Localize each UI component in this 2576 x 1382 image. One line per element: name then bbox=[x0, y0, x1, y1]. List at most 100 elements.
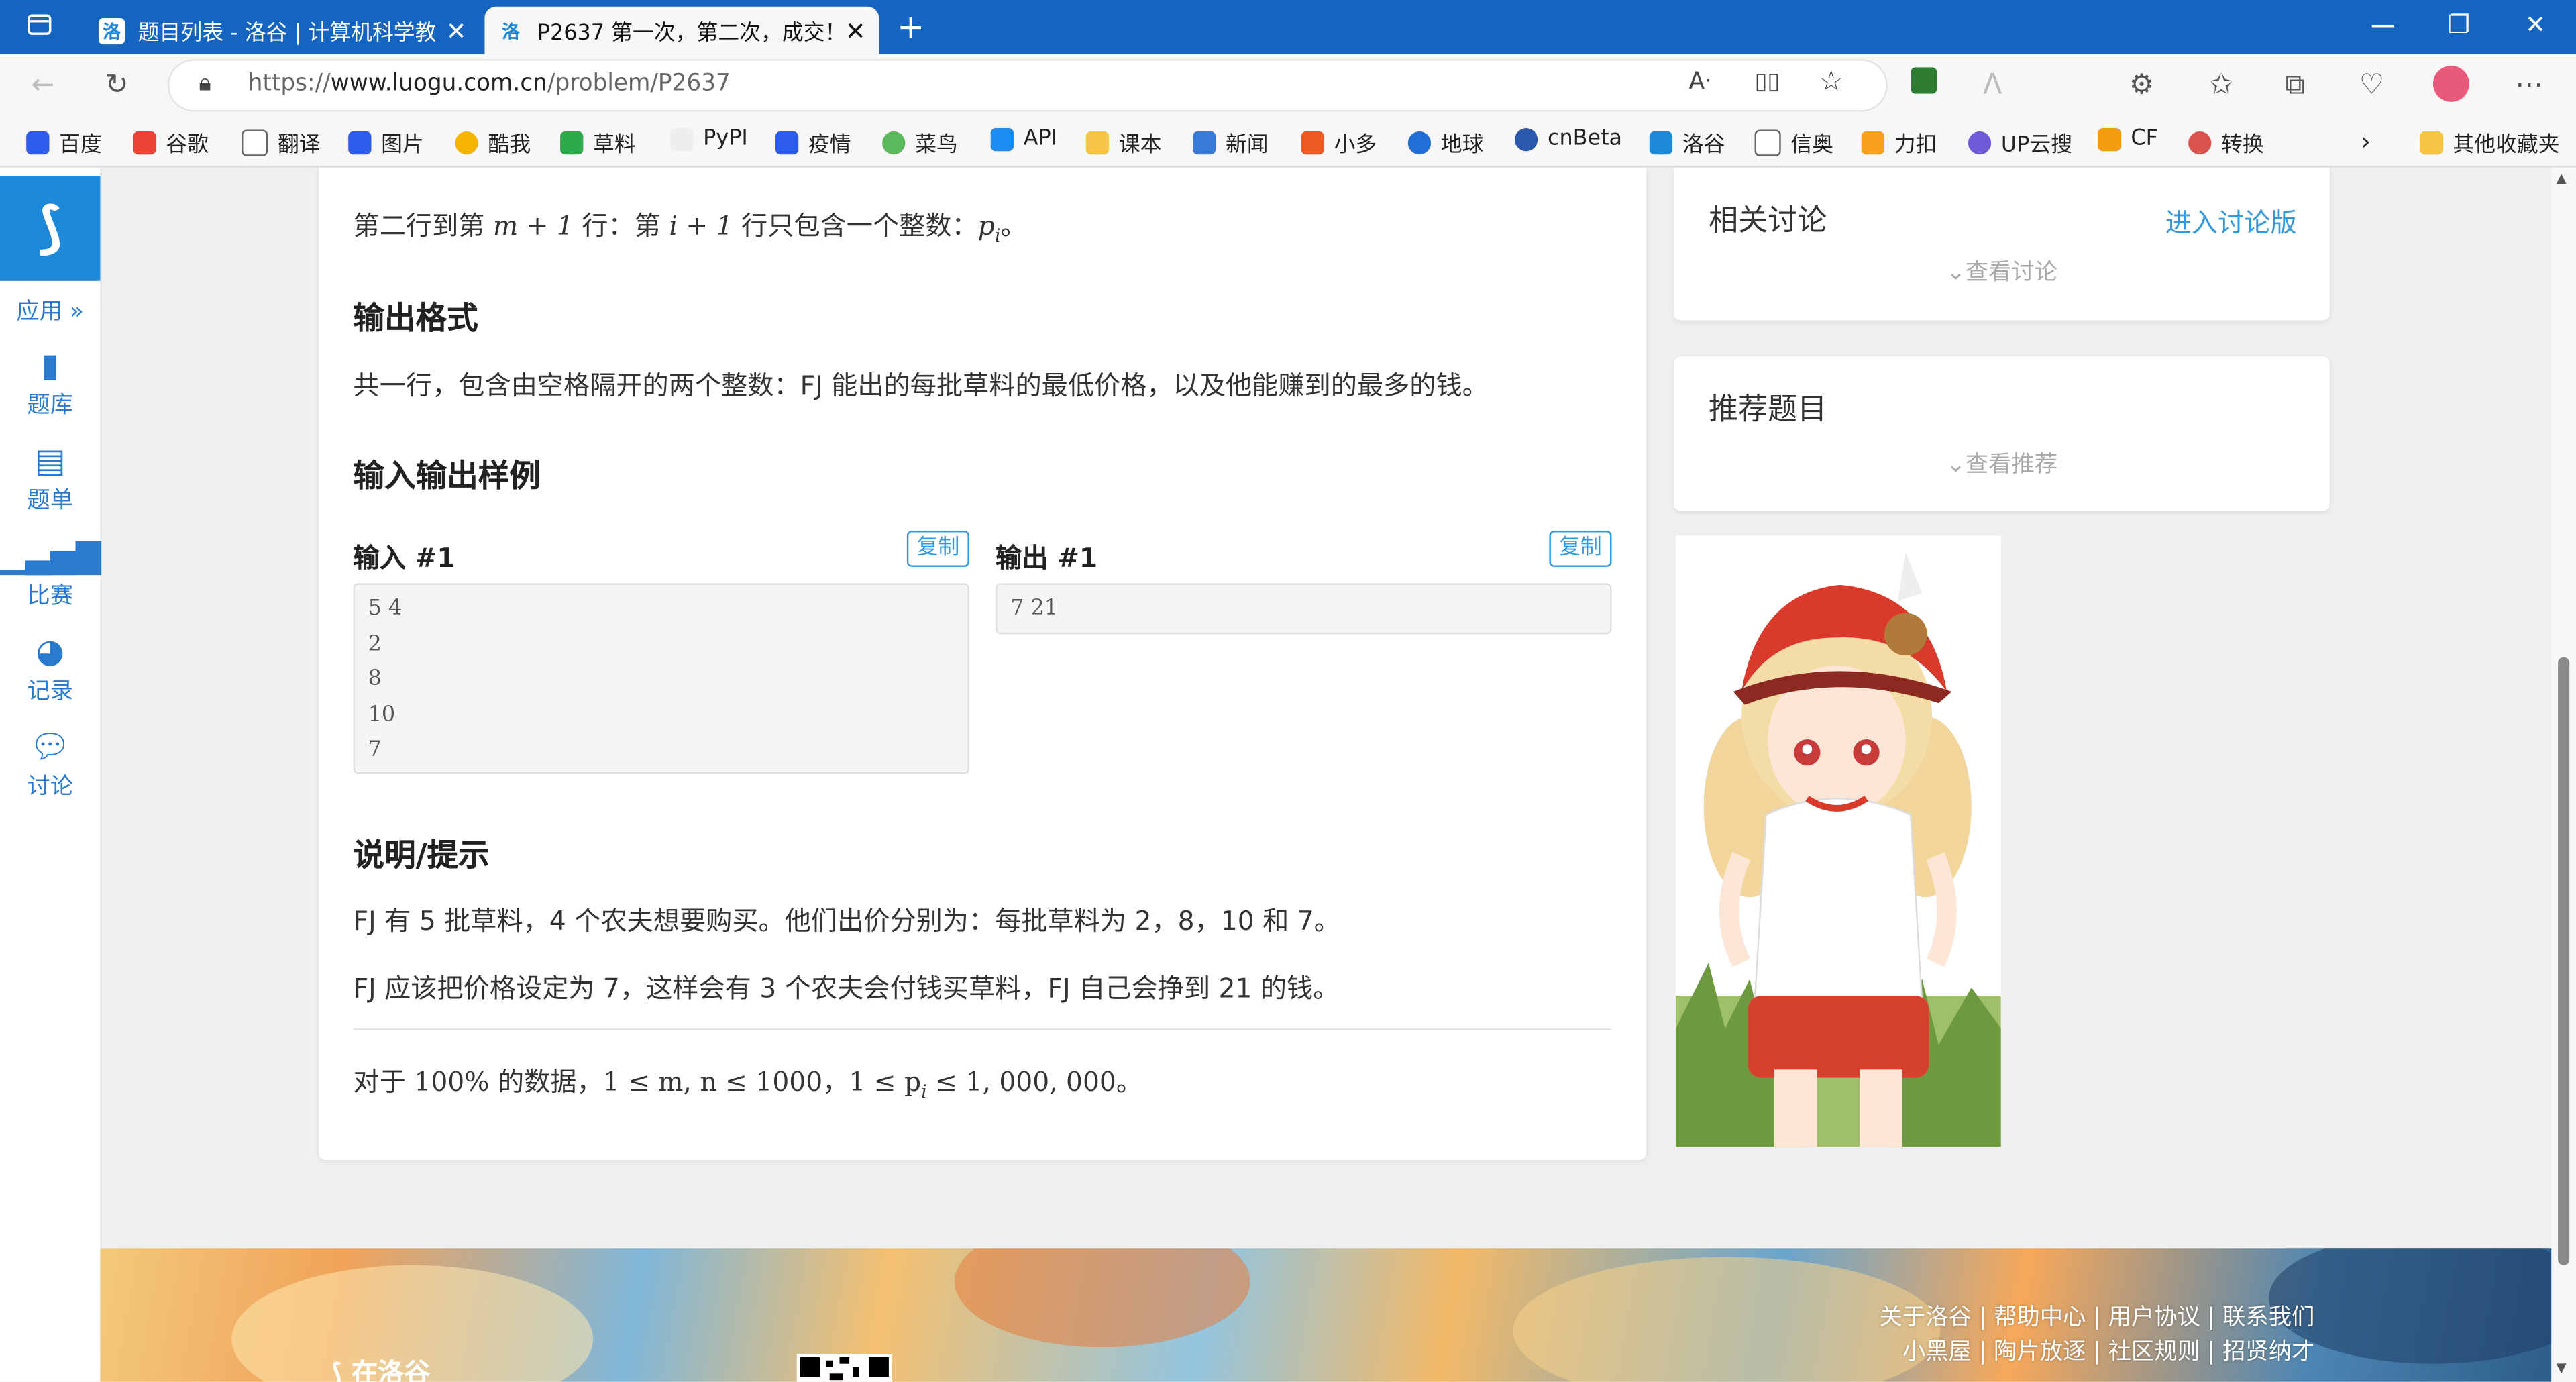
browser-window: 洛 题目列表 - 洛谷 | 计算机科学教育 ✕ 洛 P2637 第一次，第二次，… bbox=[0, 0, 2576, 1382]
footer-cloud bbox=[1513, 1257, 1941, 1382]
bookmark-google[interactable]: 谷歌 bbox=[133, 127, 209, 158]
restore-icon[interactable]: ❐ bbox=[2448, 10, 2470, 40]
baidu-icon bbox=[26, 130, 50, 154]
luogu-logo[interactable]: ⟆ bbox=[0, 176, 101, 281]
bookmark-xiaoduo[interactable]: 小多 bbox=[1301, 127, 1377, 158]
kuwo-icon bbox=[455, 130, 478, 154]
extensions-puzzle-icon[interactable]: ⚙ bbox=[2129, 69, 2154, 102]
tab-actions-icon[interactable] bbox=[26, 11, 52, 44]
related-discussion-title: 相关讨论 bbox=[1708, 203, 1827, 239]
bookmark-news[interactable]: 新闻 bbox=[1192, 127, 1269, 158]
footer-brand: ⟆ 在洛谷 bbox=[330, 1350, 430, 1382]
hint-line-1: FJ 有 5 批草料，4 个农夫想要购买。他们出价分别为：每批草料为 2，8，1… bbox=[353, 905, 1340, 937]
address-bar-row: ← ↻ 🔒︎ https://www.luogu.com.cn/problem/… bbox=[0, 54, 2576, 158]
more-bookmarks-chevron-icon[interactable]: › bbox=[2361, 127, 2371, 156]
folder-icon bbox=[2420, 130, 2443, 154]
bookmark-luogu[interactable]: 洛谷 bbox=[1649, 127, 1725, 158]
up-search-icon bbox=[1968, 130, 1992, 154]
caoliao-icon bbox=[560, 130, 584, 154]
output-format-heading: 输出格式 bbox=[353, 301, 478, 337]
bookmark-baidu[interactable]: 百度 bbox=[26, 127, 102, 158]
baidu-icon bbox=[348, 130, 372, 154]
news-icon bbox=[1192, 130, 1216, 154]
bookmark-runoob[interactable]: 菜鸟 bbox=[882, 127, 958, 158]
browser-essentials-icon[interactable]: ♡ bbox=[2359, 69, 2384, 102]
profile-avatar[interactable] bbox=[2432, 65, 2469, 102]
output-format-text: 共一行，包含由空格隔开的两个整数：FJ 能出的每批草料的最低价格，以及他能赚到的… bbox=[353, 370, 1489, 401]
reader-view-icon[interactable]: ▯▯ bbox=[1755, 69, 1780, 95]
luogu-favicon-icon: 洛 bbox=[98, 17, 125, 44]
more-menu-icon[interactable]: ⋯ bbox=[2515, 69, 2543, 102]
footer-cloud bbox=[954, 1248, 1250, 1348]
hint-line-2: FJ 应该把价格设定为 7，这样会有 3 个农夫会付钱买草料，FJ 自己会挣到 … bbox=[353, 972, 1340, 1004]
bookmark-earth[interactable]: 地球 bbox=[1407, 127, 1483, 158]
bookmark-api[interactable]: API bbox=[990, 127, 1057, 151]
nav-problem-lists[interactable]: ▤ 题单 bbox=[0, 440, 100, 516]
nav-contests[interactable]: ▁▃▅▇ 比赛 bbox=[0, 535, 101, 611]
bookmark-kuwo[interactable]: 酷我 bbox=[455, 127, 531, 158]
page-icon bbox=[1754, 129, 1781, 156]
luogu-favicon-icon: 洛 bbox=[502, 20, 521, 42]
globe-icon bbox=[1407, 130, 1432, 154]
api-icon bbox=[990, 127, 1014, 151]
runoob-icon bbox=[882, 130, 906, 154]
footer-links-row-2[interactable]: 小黑屋 | 陶片放逐 | 社区规则 | 招贤纳才 bbox=[1902, 1334, 2314, 1367]
scroll-down-icon[interactable]: ▼ bbox=[2557, 1361, 2567, 1375]
back-icon[interactable]: ← bbox=[32, 69, 55, 102]
bookmark-codeforces[interactable]: CF bbox=[2098, 127, 2158, 151]
view-recommendations-toggle[interactable]: ⌄查看推荐 bbox=[1674, 447, 2330, 480]
related-discussion-card: 相关讨论 进入讨论版 ⌄查看讨论 bbox=[1674, 167, 2330, 321]
bookmark-translate[interactable]: 翻译 bbox=[241, 127, 321, 158]
refresh-icon[interactable]: ↻ bbox=[105, 69, 129, 102]
bookmark-up-search[interactable]: UP云搜 bbox=[1968, 127, 2072, 158]
hint-divider bbox=[353, 1028, 1612, 1030]
close-window-icon[interactable]: ✕ bbox=[2525, 10, 2546, 40]
bookmark-textbook[interactable]: 课本 bbox=[1085, 127, 1161, 158]
new-tab-icon[interactable]: + bbox=[897, 7, 924, 46]
url-input[interactable]: 🔒︎ https://www.luogu.com.cn/problem/P263… bbox=[169, 60, 1886, 111]
download-extension-icon[interactable] bbox=[1911, 67, 1937, 94]
nav-records[interactable]: ◕ 记录 bbox=[0, 631, 100, 706]
sample-output-label: 输出 #1 bbox=[996, 542, 1098, 574]
footer-links-row-1[interactable]: 关于洛谷 | 帮助中心 | 用户协议 | 联系我们 bbox=[1880, 1299, 2315, 1332]
bookmark-cnbeta[interactable]: cnBeta bbox=[1514, 127, 1622, 151]
page-scrollbar[interactable]: ▲ ▼ bbox=[2551, 167, 2576, 1382]
tab-problem-p2637[interactable]: 洛 P2637 第一次，第二次，成交！ ✕ bbox=[484, 6, 879, 54]
lock-icon[interactable]: 🔒︎ bbox=[199, 70, 211, 97]
scroll-up-icon[interactable]: ▲ bbox=[2557, 171, 2567, 186]
luogu-icon bbox=[1649, 130, 1673, 154]
bar-chart-icon: ▁▃▅▇ bbox=[0, 535, 101, 576]
collections-icon[interactable]: ⧉ bbox=[2286, 69, 2306, 102]
bookmark-leetcode[interactable]: 力扣 bbox=[1861, 127, 1937, 158]
bookmark-other-folder[interactable]: 其他收藏夹 bbox=[2420, 127, 2560, 158]
favorite-star-icon[interactable]: ☆ bbox=[1819, 66, 1843, 99]
view-discussion-toggle[interactable]: ⌄查看讨论 bbox=[1674, 255, 2330, 288]
tab-problem-list[interactable]: 洛 题目列表 - 洛谷 | 计算机科学教育 ✕ bbox=[85, 7, 480, 54]
nav-discuss[interactable]: 💬︎ 讨论 bbox=[0, 726, 100, 802]
close-tab-icon[interactable]: ✕ bbox=[845, 15, 866, 45]
close-tab-icon[interactable]: ✕ bbox=[446, 15, 467, 45]
bookmark-caoliao[interactable]: 草料 bbox=[560, 127, 636, 158]
bookmark-images[interactable]: 图片 bbox=[348, 127, 424, 158]
bookmark-convert[interactable]: 转换 bbox=[2188, 127, 2264, 158]
page-icon bbox=[241, 129, 268, 156]
minimize-icon[interactable]: — bbox=[2371, 10, 2396, 40]
copy-output-button[interactable]: 复制 bbox=[1549, 531, 1612, 567]
extension-a-icon[interactable]: Λ bbox=[1983, 69, 2002, 102]
nav-problems[interactable]: ▮ 题库 bbox=[0, 345, 100, 421]
bookmark-epidemic[interactable]: 疫情 bbox=[775, 127, 851, 158]
read-aloud-icon[interactable]: Aᐧ bbox=[1689, 69, 1711, 95]
comments-icon: 💬︎ bbox=[29, 726, 71, 766]
bookmark-pypi[interactable]: PyPI bbox=[670, 127, 748, 151]
copy-input-button[interactable]: 复制 bbox=[906, 531, 969, 567]
apps-menu[interactable]: 应用 » bbox=[0, 294, 100, 327]
bookmark-xinao[interactable]: 信奥 bbox=[1754, 127, 1833, 158]
sample-input-box[interactable]: 5 4 2 8 10 7 bbox=[353, 583, 969, 774]
enter-discussion-link[interactable]: 进入讨论版 bbox=[2165, 201, 2297, 240]
scrollbar-thumb[interactable] bbox=[2558, 657, 2570, 1265]
left-sidebar: ⟆ 应用 » ▮ 题库 ▤ 题单 ▁▃▅▇ 比赛 ◕ 记录 💬︎ 讨论 bbox=[0, 167, 102, 1382]
baidu-icon bbox=[775, 130, 799, 154]
sample-output-box[interactable]: 7 21 bbox=[996, 583, 1612, 635]
favorites-icon[interactable]: ✩ bbox=[2210, 69, 2233, 102]
pie-chart-icon: ◕ bbox=[36, 631, 65, 671]
